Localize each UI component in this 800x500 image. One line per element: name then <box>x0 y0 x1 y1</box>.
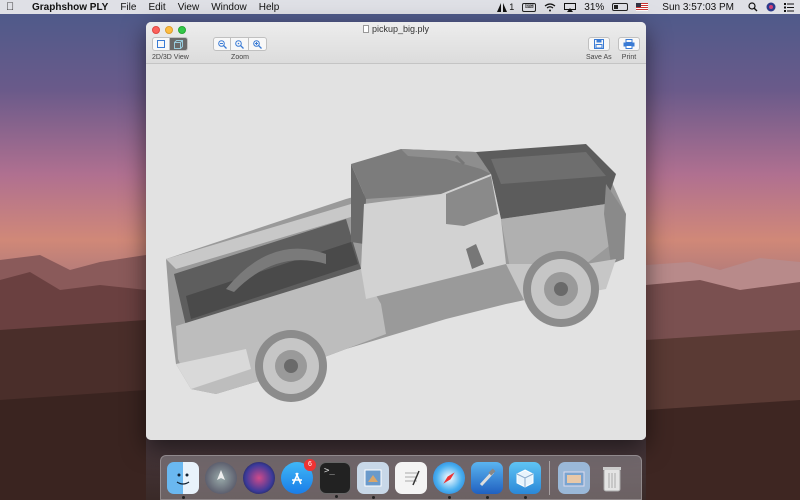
app-store-badge: 6 <box>304 458 316 471</box>
save-icon <box>593 39 604 49</box>
zoom-out-icon <box>217 39 227 49</box>
battery-percent[interactable]: 31% <box>584 2 604 13</box>
print-group: Print <box>618 37 640 61</box>
menu-app-name[interactable]: Graphshow PLY <box>32 2 108 13</box>
dock-separator <box>549 460 550 495</box>
print-button[interactable] <box>618 37 640 51</box>
preview-icon[interactable] <box>357 461 389 499</box>
save-as-button[interactable] <box>587 37 610 51</box>
front-wheel <box>523 251 599 327</box>
2d-view-button[interactable] <box>152 37 171 51</box>
zoom-actual-button[interactable] <box>231 37 249 51</box>
zoom-in-icon <box>253 39 262 49</box>
list-icon[interactable] <box>784 2 794 12</box>
search-icon[interactable] <box>748 2 758 12</box>
siri-icon[interactable] <box>243 461 275 494</box>
app-window: pickup_big.ply 2D/3D View Zoom Save As P… <box>146 22 646 440</box>
menu-file[interactable]: File <box>120 2 136 13</box>
clock[interactable]: Sun 3:57:03 PM <box>662 2 734 13</box>
3d-viewport[interactable] <box>146 64 646 440</box>
pickup-truck-model <box>166 144 626 402</box>
zoom-reset-icon <box>235 39 244 49</box>
apple-icon[interactable]:  <box>6 1 18 13</box>
zoom-group: Zoom <box>213 37 267 61</box>
trash-icon[interactable] <box>596 462 628 494</box>
menu-bar:  Graphshow PLY File Edit View Window He… <box>0 0 800 14</box>
airplay-icon[interactable] <box>564 2 577 12</box>
square-icon <box>157 40 166 48</box>
menu-edit[interactable]: Edit <box>148 2 165 13</box>
menu-window[interactable]: Window <box>211 2 247 13</box>
zoom-out-button[interactable] <box>213 37 231 51</box>
launchpad-icon[interactable] <box>205 461 237 494</box>
print-label: Print <box>621 54 637 61</box>
battery-icon[interactable] <box>612 3 629 11</box>
window-titlebar[interactable]: pickup_big.ply 2D/3D View Zoom Save As P… <box>146 22 646 64</box>
siri-icon[interactable] <box>766 2 776 12</box>
window-title: pickup_big.ply <box>146 24 646 34</box>
app-store-icon[interactable]: 6 <box>281 458 316 494</box>
finder-icon[interactable] <box>167 461 199 499</box>
save-as-label: Save As <box>586 54 612 61</box>
wifi-icon[interactable] <box>544 2 556 12</box>
flag-icon[interactable] <box>636 3 649 11</box>
keyboard-icon[interactable]: ⌨ <box>522 2 537 12</box>
terminal-icon[interactable]: >_ <box>319 461 351 498</box>
document-icon <box>362 25 369 33</box>
adobe-count: 1 <box>509 2 515 12</box>
zoom-in-button[interactable] <box>249 37 267 51</box>
view-toggle-group: 2D/3D View <box>152 37 189 61</box>
printer-icon <box>623 39 635 49</box>
dock: 6 >_ <box>160 455 642 500</box>
window-title-text: pickup_big.ply <box>371 24 430 34</box>
menu-help[interactable]: Help <box>259 2 280 13</box>
cube-icon <box>174 39 184 49</box>
view-label: 2D/3D View <box>152 54 189 61</box>
menu-view[interactable]: View <box>178 2 200 13</box>
graphshow-ply-icon[interactable] <box>509 461 541 499</box>
textedit-icon[interactable] <box>395 461 427 494</box>
xcode-icon[interactable] <box>471 461 503 499</box>
safari-icon[interactable] <box>433 461 465 499</box>
zoom-label: Zoom <box>231 54 249 61</box>
rear-wheel <box>255 330 327 402</box>
save-as-group: Save As <box>586 37 612 61</box>
adobe-icon[interactable]: 1 <box>497 2 514 12</box>
3d-view-button[interactable] <box>170 37 189 51</box>
downloads-folder-icon[interactable] <box>558 461 590 494</box>
